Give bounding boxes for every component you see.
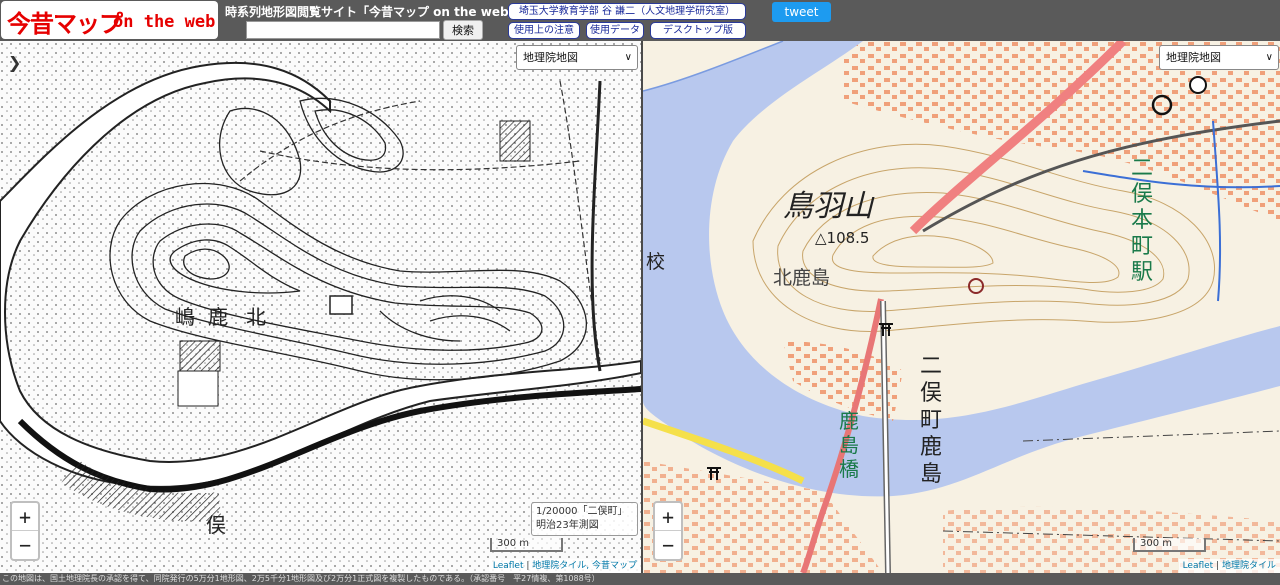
- old-attribution: Leaflet | 地理院タイル, 今昔マップ: [488, 559, 641, 573]
- chevron-down-icon: ∨: [624, 52, 632, 63]
- new-zoom-out-button[interactable]: −: [655, 531, 681, 559]
- old-map-panel[interactable]: 嶋 鹿 北 俣 ❯ 地理院地図 ∨ + − 1/20000「二俣町」 明治23年…: [0, 41, 641, 573]
- new-zoom-control: + −: [653, 501, 683, 561]
- old-scale-bar: 300 m: [490, 538, 563, 552]
- tweet-button[interactable]: tweet: [772, 2, 831, 22]
- old-label-shima: 嶋: [175, 305, 195, 329]
- desktop-version-button[interactable]: デスクトップ版: [650, 22, 746, 39]
- site-title: 時系列地形図閲覧サイト「今昔マップ on the web」: [225, 5, 521, 19]
- site-logo[interactable]: 今昔マップ on the web: [1, 1, 218, 39]
- new-attribution: Leaflet | 地理院タイル: [1178, 559, 1280, 573]
- new-label-futamata-kashima: 二俣町鹿島: [920, 354, 943, 487]
- new-label-school: 校: [646, 251, 666, 273]
- new-label-elevation: △108.5: [815, 229, 870, 247]
- old-attribution-leaflet-link[interactable]: Leaflet: [493, 561, 524, 571]
- old-map-image: [0, 41, 641, 573]
- new-map-image: [643, 41, 1280, 573]
- old-zoom-out-button[interactable]: −: [12, 531, 38, 559]
- old-label-kita: 北: [246, 305, 266, 329]
- search-input[interactable]: [246, 21, 440, 39]
- old-layer-select-value: 地理院地図: [523, 51, 578, 64]
- old-zoom-control: + −: [10, 501, 40, 561]
- new-label-bridge: 鹿島橋: [839, 409, 859, 481]
- new-label-station: 二俣本町駅: [1131, 156, 1154, 285]
- old-attribution-source-links[interactable]: 地理院タイル, 今昔マップ: [532, 561, 637, 571]
- logo-main-text: 今昔マップ: [7, 10, 123, 38]
- old-map-layer-select[interactable]: 地理院地図 ∨: [516, 45, 638, 70]
- new-layer-select-value: 地理院地図: [1166, 51, 1221, 64]
- new-scale-bar: 300 m: [1133, 538, 1206, 552]
- new-attribution-leaflet-link[interactable]: Leaflet: [1183, 561, 1214, 571]
- old-zoom-in-button[interactable]: +: [12, 503, 38, 531]
- usage-notes-button[interactable]: 使用上の注意: [508, 22, 580, 39]
- old-sheet-name: 1/20000「二俣町」: [536, 506, 628, 517]
- new-map-layer-select[interactable]: 地理院地図 ∨: [1159, 45, 1279, 70]
- author-link-button[interactable]: 埼玉大学教育学部 谷 謙二（人文地理学研究室）: [508, 3, 746, 20]
- new-map-panel[interactable]: 鳥羽山 △108.5 北鹿島 二俣本町駅 二俣町鹿島 鹿島橋 校 地理院地図 ∨…: [643, 41, 1280, 573]
- logo-sub-text: on the web: [113, 12, 216, 32]
- new-label-kitakashima: 北鹿島: [773, 267, 831, 289]
- chevron-down-icon: ∨: [1265, 52, 1273, 63]
- new-attribution-source-links[interactable]: 地理院タイル: [1222, 561, 1276, 571]
- panel-toggle-icon[interactable]: ❯: [8, 53, 21, 72]
- old-sheet-survey: 明治23年測図: [536, 520, 599, 531]
- copyright-footer: この地図は、国土地理院長の承認を得て、同院発行の5万分1地形図、2万5千分1地形…: [0, 573, 1280, 585]
- old-label-mata: 俣: [206, 513, 226, 537]
- search-button[interactable]: 検索: [443, 20, 483, 40]
- old-map-sheet-info: 1/20000「二俣町」 明治23年測図: [531, 502, 638, 536]
- data-sources-button[interactable]: 使用データ: [586, 22, 644, 39]
- new-zoom-in-button[interactable]: +: [655, 503, 681, 531]
- new-label-mountain: 鳥羽山: [783, 189, 873, 224]
- old-label-ka: 鹿: [208, 305, 228, 329]
- header: 今昔マップ on the web 時系列地形図閲覧サイト「今昔マップ on th…: [0, 0, 1280, 41]
